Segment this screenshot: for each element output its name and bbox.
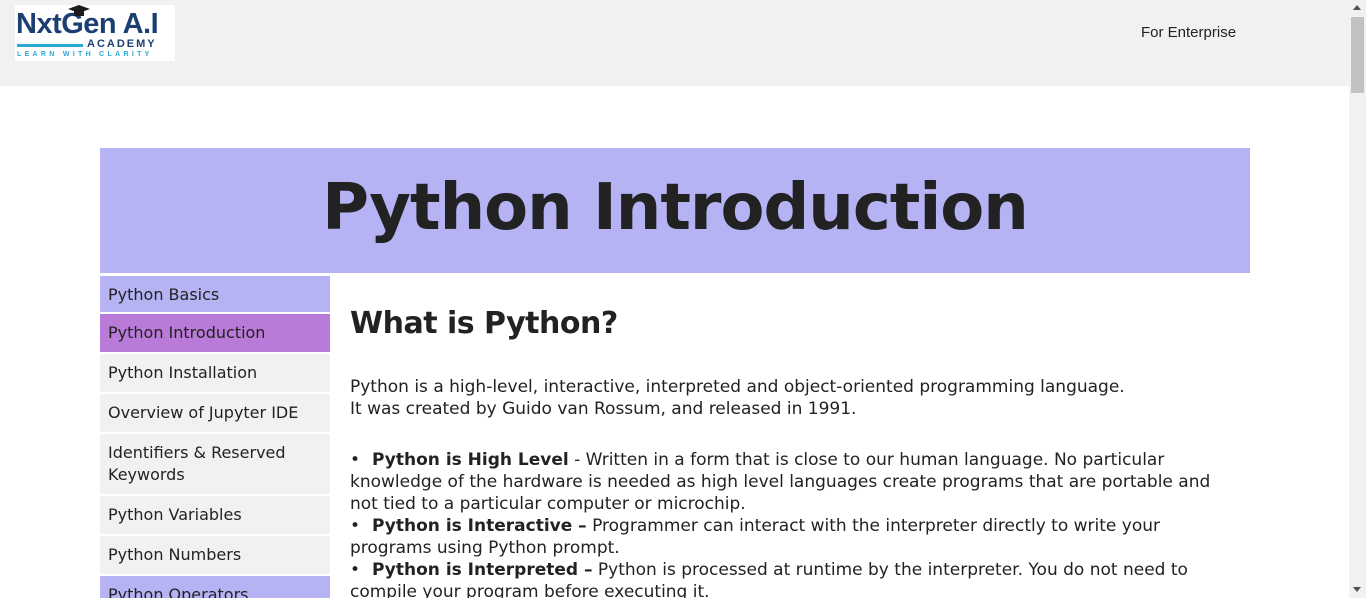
scroll-down-arrow-icon[interactable] (1353, 587, 1361, 592)
list-item-term: Python is High Level (372, 450, 569, 470)
feature-list: • Python is High Level - Written in a for… (350, 449, 1240, 598)
list-item: • Python is High Level - Written in a for… (350, 449, 1240, 515)
scroll-up-arrow-icon[interactable] (1353, 5, 1361, 10)
intro-paragraph: Python is a high-level, interactive, int… (350, 376, 1240, 420)
intro-line-2: It was created by Guido van Rossum, and … (350, 399, 857, 419)
list-item-term: Python is Interactive – (372, 516, 587, 536)
logo-underline (17, 44, 83, 47)
sidebar-item-python-numbers[interactable]: Python Numbers (100, 536, 330, 576)
sidebar-item-identifiers-keywords[interactable]: Identifiers & Reserved Keywords (100, 434, 330, 496)
graduation-cap-icon (68, 5, 90, 16)
sidebar-item-python-installation[interactable]: Python Installation (100, 354, 330, 394)
sidebar-item-jupyter-overview[interactable]: Overview of Jupyter IDE (100, 394, 330, 434)
site-logo[interactable]: NxtGen A.I ACADEMY LEARN WITH CLARITY (15, 5, 175, 61)
logo-academy-text: ACADEMY (87, 38, 157, 50)
section-heading: What is Python? (350, 306, 618, 341)
sidebar-item-python-variables[interactable]: Python Variables (100, 496, 330, 536)
list-item-term: Python is Interpreted – (372, 560, 593, 580)
bullet-icon: • (350, 516, 361, 536)
scrollbar-thumb[interactable] (1351, 17, 1364, 93)
sidebar-item-python-introduction[interactable]: Python Introduction (100, 314, 330, 354)
page-banner: Python Introduction (100, 148, 1250, 273)
page-title: Python Introduction (322, 171, 1029, 245)
sidebar-nav: Python Basics Python Introduction Python… (100, 276, 330, 598)
logo-tagline: LEARN WITH CLARITY (17, 51, 153, 58)
list-item: • Python is Interactive – Programmer can … (350, 515, 1240, 559)
main-content: What is Python? Python is a high-level, … (350, 290, 1240, 598)
bullet-icon: • (350, 450, 361, 470)
bullet-icon: • (350, 560, 361, 580)
for-enterprise-link[interactable]: For Enterprise (1141, 23, 1236, 43)
list-item: • Python is Interpreted – Python is proce… (350, 559, 1240, 598)
intro-line-1: Python is a high-level, interactive, int… (350, 377, 1125, 397)
page-scrollbar[interactable] (1349, 0, 1366, 598)
sidebar-item-python-basics[interactable]: Python Basics (100, 276, 330, 314)
top-header: NxtGen A.I ACADEMY LEARN WITH CLARITY Fo… (0, 0, 1349, 86)
sidebar-item-python-operators[interactable]: Python Operators (100, 576, 330, 598)
